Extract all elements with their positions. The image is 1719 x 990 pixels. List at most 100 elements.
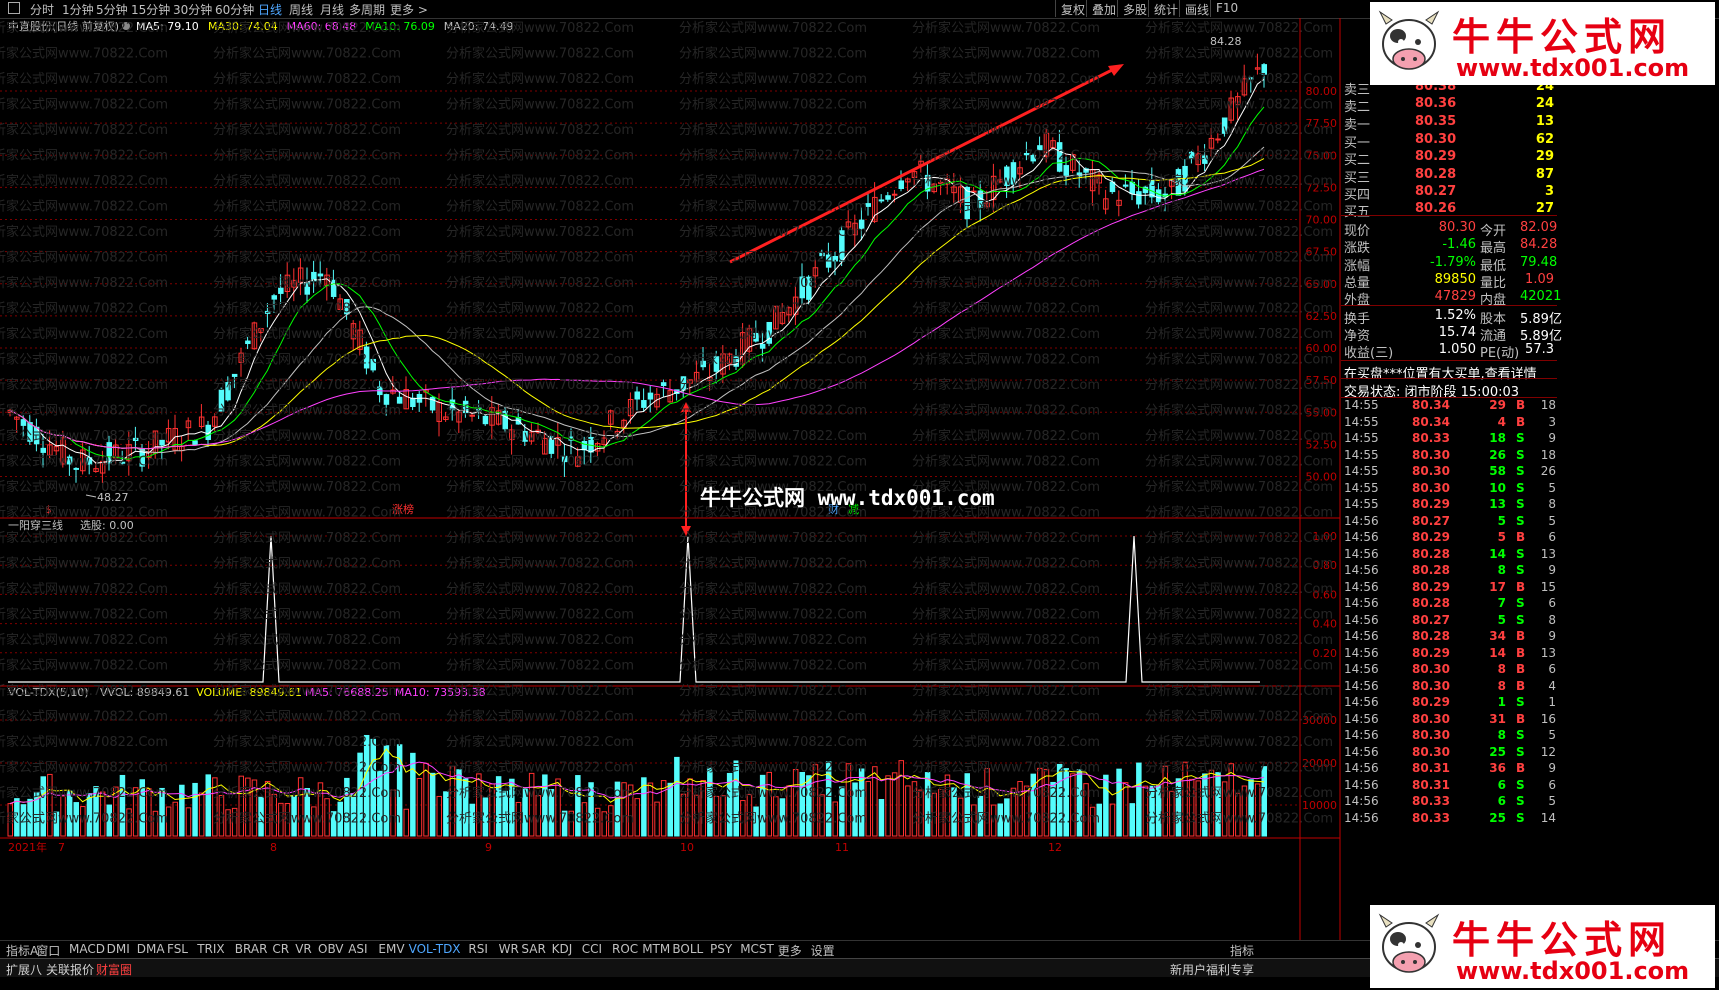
repeat-watermark: 分析家公式网www.70822.Com: [0, 224, 168, 240]
status-item[interactable]: 财富圈: [96, 961, 132, 978]
toolbar-button[interactable]: 多股: [1117, 0, 1152, 17]
repeat-watermark: 分析家公式网www.70822.Com: [912, 428, 1100, 444]
indicator-tab[interactable]: VR: [295, 942, 312, 956]
indicator-tab[interactable]: DMA: [137, 942, 165, 956]
period-tab[interactable]: 多周期: [349, 1, 385, 18]
toolbar-button[interactable]: 统计: [1148, 0, 1183, 17]
indicator-tab[interactable]: DMI: [107, 942, 130, 956]
toolbar-button[interactable]: 叠加: [1086, 0, 1121, 17]
repeat-watermark: 分析家公式网www.70822.Com: [446, 403, 634, 419]
repeat-watermark: 分析家公式网www.70822.Com: [1145, 428, 1333, 444]
tick-count: 8: [1548, 497, 1556, 511]
tick-side: S: [1516, 513, 1525, 528]
indicator-tab[interactable]: PSY: [710, 942, 732, 956]
period-tab[interactable]: 分时: [30, 1, 54, 18]
stat-label: 总量: [1344, 275, 1371, 291]
repeat-watermark: 分析家公式网www.70822.Com: [1145, 122, 1333, 138]
indicator-tab[interactable]: CR: [272, 942, 289, 956]
tick-count: 4: [1548, 678, 1556, 693]
indicator-tab[interactable]: ASI: [348, 942, 367, 956]
stat-label: 涨幅: [1344, 258, 1371, 274]
center-watermark: 牛牛公式网 www.tdx001.com: [700, 486, 995, 510]
period-tab[interactable]: 周线: [289, 1, 313, 18]
indicator-tab[interactable]: VOL-TDX: [409, 942, 461, 956]
indicator-tab[interactable]: WR: [499, 942, 519, 956]
period-tab[interactable]: 1分钟: [62, 1, 94, 18]
indicator-tab[interactable]: BRAR: [235, 942, 268, 956]
tick-price: 80.29: [1412, 645, 1450, 660]
repeat-watermark: 分析家公式网www.70822.Com: [679, 811, 867, 827]
candle-body: [271, 295, 277, 300]
indicator-tab[interactable]: 设置: [811, 942, 835, 959]
bid-volume: 62: [1535, 132, 1554, 147]
status-item[interactable]: 扩展八: [6, 961, 42, 978]
candle-body: [20, 419, 27, 426]
status-item[interactable]: 关联报价: [46, 961, 94, 978]
repeat-watermark: 分析家公式网www.70822.Com: [0, 199, 168, 215]
volume-bar: [885, 775, 891, 837]
repeat-watermark: 分析家公式网www.70822.Com: [679, 632, 867, 648]
tick-count: 13: [1540, 546, 1556, 561]
tick-volume: 8: [1497, 563, 1506, 577]
bid-price: 80.28: [1415, 166, 1457, 182]
big-order-notice: 在买盘***位置有大买单,查看详情: [1344, 367, 1537, 382]
tick-volume: 4: [1497, 414, 1506, 429]
candle-body: [1122, 184, 1129, 187]
indicator-tab[interactable]: FSL: [167, 942, 188, 956]
tick-time: 14:56: [1344, 596, 1379, 610]
toolbar-button[interactable]: 画线: [1179, 0, 1214, 17]
stat-value: -1.79%: [1430, 254, 1476, 270]
tick-price: 80.30: [1412, 744, 1450, 759]
indicator-tab[interactable]: MTM: [642, 942, 670, 956]
indicator-tab[interactable]: OBV: [318, 942, 344, 956]
repeat-watermark: 分析家公式网www.70822.Com: [0, 683, 168, 699]
indicator-tab[interactable]: EMV: [378, 942, 404, 956]
tick-side: S: [1516, 612, 1525, 627]
tick-time: 14:56: [1344, 579, 1379, 594]
tick-side: B: [1516, 662, 1526, 676]
indicator-tab[interactable]: 窗口: [36, 942, 60, 959]
indicator-tab[interactable]: 指标A: [6, 942, 38, 959]
repeat-watermark: 分析家公式网www.70822.Com: [1145, 556, 1333, 572]
indicator-tab[interactable]: 指标: [1230, 942, 1254, 959]
repeat-watermark: 分析家公式网www.70822.Com: [679, 352, 867, 368]
tick-volume: 26: [1489, 447, 1506, 462]
toolbar-button[interactable]: 复权: [1055, 0, 1090, 17]
indicator-tab[interactable]: MCST: [740, 942, 774, 956]
indicator-tab[interactable]: CCI: [582, 942, 602, 956]
tick-price: 80.27: [1412, 513, 1450, 528]
period-tab[interactable]: 15分钟: [131, 1, 170, 18]
period-tab[interactable]: 5分钟: [96, 1, 128, 18]
indicator-tab[interactable]: 更多: [778, 942, 802, 959]
volume-bar: [410, 752, 416, 837]
repeat-watermark: 分析家公式网www.70822.Com: [0, 326, 168, 342]
indicator-tab[interactable]: KDJ: [552, 942, 573, 956]
volume-bar: [1116, 768, 1122, 837]
tick-count: 5: [1548, 513, 1556, 528]
stat-value: 79.48: [1520, 254, 1558, 270]
stat-label: PE(动): [1480, 346, 1520, 362]
period-tab[interactable]: 更多 >: [390, 1, 428, 18]
tick-price: 80.34: [1412, 398, 1450, 412]
period-tab[interactable]: 月线: [320, 1, 344, 18]
indicator-tab[interactable]: TRIX: [197, 942, 224, 956]
menu-icon[interactable]: [8, 2, 20, 14]
indicator-tab[interactable]: MACD: [69, 942, 105, 956]
indicator-tab[interactable]: ROC: [612, 942, 638, 956]
repeat-watermark: 分析家公式网www.70822.Com: [1145, 683, 1333, 699]
period-tab[interactable]: 60分钟: [215, 1, 254, 18]
chart-area[interactable]: 80.0077.5075.0072.5070.0067.5065.0062.50…: [0, 18, 1475, 940]
indicator-tab[interactable]: BOLL: [672, 942, 703, 956]
indicator-tab[interactable]: RSI: [468, 942, 488, 956]
tick-count: 9: [1548, 431, 1556, 445]
tick-volume: 8: [1497, 728, 1506, 742]
repeat-watermark: 分析家公式网www.70822.Com: [446, 377, 634, 393]
indicator-tab[interactable]: SAR: [521, 942, 545, 956]
promo-link[interactable]: 新用户福利专享: [1170, 961, 1254, 978]
stat-value: 89850: [1434, 271, 1476, 287]
period-tab[interactable]: 30分钟: [173, 1, 212, 18]
repeat-watermark: 分析家公式网www.70822.Com: [0, 556, 168, 572]
repeat-watermark: 分析家公式网www.70822.Com: [679, 785, 867, 801]
period-tab[interactable]: 日线: [258, 1, 282, 18]
toolbar-button[interactable]: F10: [1210, 0, 1243, 17]
